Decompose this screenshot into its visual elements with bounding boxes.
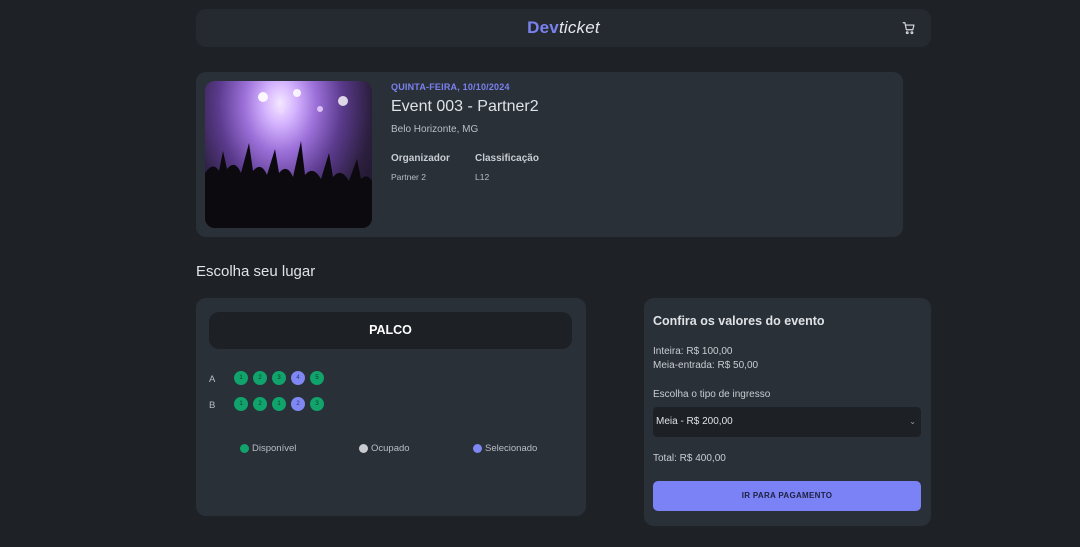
seat-b1[interactable]: 1 <box>234 397 248 411</box>
price-card: Confira os valores do evento Inteira: R$… <box>644 298 931 526</box>
ticket-type-label: Escolha o tipo de ingresso <box>653 389 771 400</box>
stage: PALCO <box>209 312 572 349</box>
total-price: Total: R$ 400,00 <box>653 453 726 464</box>
full-price: Inteira: R$ 100,00 <box>653 346 733 357</box>
chevron-down-icon: ⌄ <box>909 417 916 426</box>
event-title: Event 003 - Partner2 <box>391 98 539 115</box>
legend-selected-label: Selecionado <box>485 443 538 454</box>
price-title: Confira os valores do evento <box>653 314 825 328</box>
event-location: Belo Horizonte, MG <box>391 124 479 135</box>
legend-occupied-label: Ocupado <box>371 443 410 454</box>
choose-seat-title: Escolha seu lugar <box>196 263 316 280</box>
event-date: QUINTA-FEIRA, 10/10/2024 <box>391 82 510 92</box>
seat-a4[interactable]: 4 <box>291 371 305 385</box>
row-label-a: A <box>209 374 216 385</box>
rating-label: Classificação <box>475 153 539 164</box>
seat-a3[interactable]: 3 <box>272 371 286 385</box>
rating-value: L12 <box>475 172 490 182</box>
seat-a1[interactable]: 1 <box>234 371 248 385</box>
seat-map-card: PALCO A 1 2 3 4 5 B 1 2 1 2 3 Disponível… <box>196 298 586 516</box>
legend-selected: Selecionado <box>473 443 537 454</box>
ticket-type-select[interactable]: Meia - R$ 200,00 ⌄ <box>653 407 921 437</box>
go-to-payment-button[interactable]: IR PARA PAGAMENTO <box>653 481 921 511</box>
seat-b3[interactable]: 1 <box>272 397 286 411</box>
event-card: QUINTA-FEIRA, 10/10/2024 Event 003 - Par… <box>196 72 903 237</box>
occupied-dot-icon <box>359 444 368 453</box>
top-header: Devticket <box>196 9 931 47</box>
row-label-b: B <box>209 400 216 411</box>
half-price: Meia-entrada: R$ 50,00 <box>653 360 759 371</box>
organizer-value: Partner 2 <box>391 172 426 182</box>
legend-available: Disponível <box>240 443 296 454</box>
seat-b4[interactable]: 2 <box>291 397 305 411</box>
available-dot-icon <box>240 444 249 453</box>
logo-ticket: ticket <box>558 18 600 37</box>
concert-crowd-illustration <box>205 89 372 228</box>
seat-a5[interactable]: 5 <box>310 371 324 385</box>
organizer-label: Organizador <box>391 153 450 164</box>
seat-b2[interactable]: 2 <box>253 397 267 411</box>
event-image <box>205 81 372 228</box>
seat-a2[interactable]: 2 <box>253 371 267 385</box>
legend-occupied: Ocupado <box>359 443 410 454</box>
selected-dot-icon <box>473 444 482 453</box>
ticket-type-value: Meia - R$ 200,00 <box>656 416 733 427</box>
seat-b5[interactable]: 3 <box>310 397 324 411</box>
app-logo[interactable]: Devticket <box>196 18 931 38</box>
cart-icon[interactable] <box>902 21 916 35</box>
logo-dev: Dev <box>527 18 559 37</box>
legend-available-label: Disponível <box>252 443 297 454</box>
